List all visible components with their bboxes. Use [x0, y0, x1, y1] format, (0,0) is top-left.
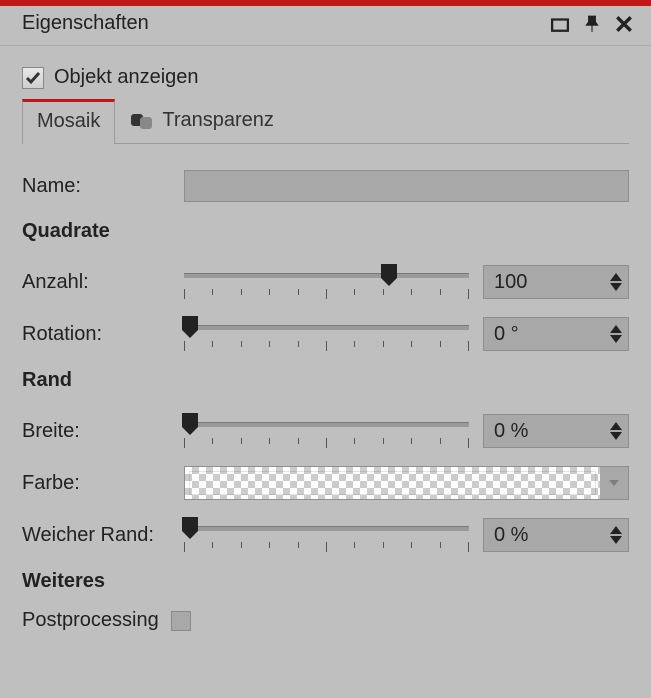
width-spinner[interactable]	[610, 422, 622, 440]
name-input[interactable]	[184, 170, 629, 202]
postprocessing-label: Postprocessing	[22, 609, 159, 632]
rotation-input[interactable]: 0 °	[483, 317, 629, 351]
tab-transparency-label: Transparenz	[162, 109, 274, 132]
soft-input[interactable]: 0 %	[483, 518, 629, 552]
section-more: Weiteres	[22, 570, 629, 593]
count-spinner[interactable]	[610, 273, 622, 291]
maximize-icon[interactable]	[551, 15, 569, 33]
color-label: Farbe:	[22, 472, 184, 495]
tab-mosaic-label: Mosaik	[37, 110, 100, 133]
width-label: Breite:	[22, 420, 184, 443]
rotation-value: 0 °	[494, 323, 519, 346]
soft-value: 0 %	[494, 524, 528, 547]
rotation-spinner[interactable]	[610, 325, 622, 343]
section-squares: Quadrate	[22, 220, 629, 243]
count-input[interactable]: 100	[483, 265, 629, 299]
count-value: 100	[494, 271, 527, 294]
close-icon[interactable]	[615, 15, 633, 33]
section-border: Rand	[22, 369, 629, 392]
soft-label: Weicher Rand:	[22, 524, 184, 547]
width-value: 0 %	[494, 420, 528, 443]
tab-transparency[interactable]: Transparenz	[115, 99, 289, 143]
rotation-slider[interactable]	[184, 317, 469, 351]
soft-slider[interactable]	[184, 518, 469, 552]
chevron-down-icon[interactable]	[600, 467, 628, 499]
show-object-checkbox[interactable]	[22, 67, 44, 89]
name-label: Name:	[22, 175, 184, 198]
pin-icon[interactable]	[583, 15, 601, 33]
show-object-label: Objekt anzeigen	[54, 66, 199, 89]
postprocessing-checkbox[interactable]	[171, 611, 191, 631]
color-picker[interactable]	[184, 466, 629, 500]
soft-spinner[interactable]	[610, 526, 622, 544]
width-slider[interactable]	[184, 414, 469, 448]
tab-mosaic[interactable]: Mosaik	[22, 99, 115, 143]
transparency-icon	[130, 111, 156, 131]
panel-title: Eigenschaften	[22, 12, 149, 35]
rotation-label: Rotation:	[22, 323, 184, 346]
count-slider[interactable]	[184, 265, 469, 299]
width-input[interactable]: 0 %	[483, 414, 629, 448]
count-label: Anzahl:	[22, 271, 184, 294]
